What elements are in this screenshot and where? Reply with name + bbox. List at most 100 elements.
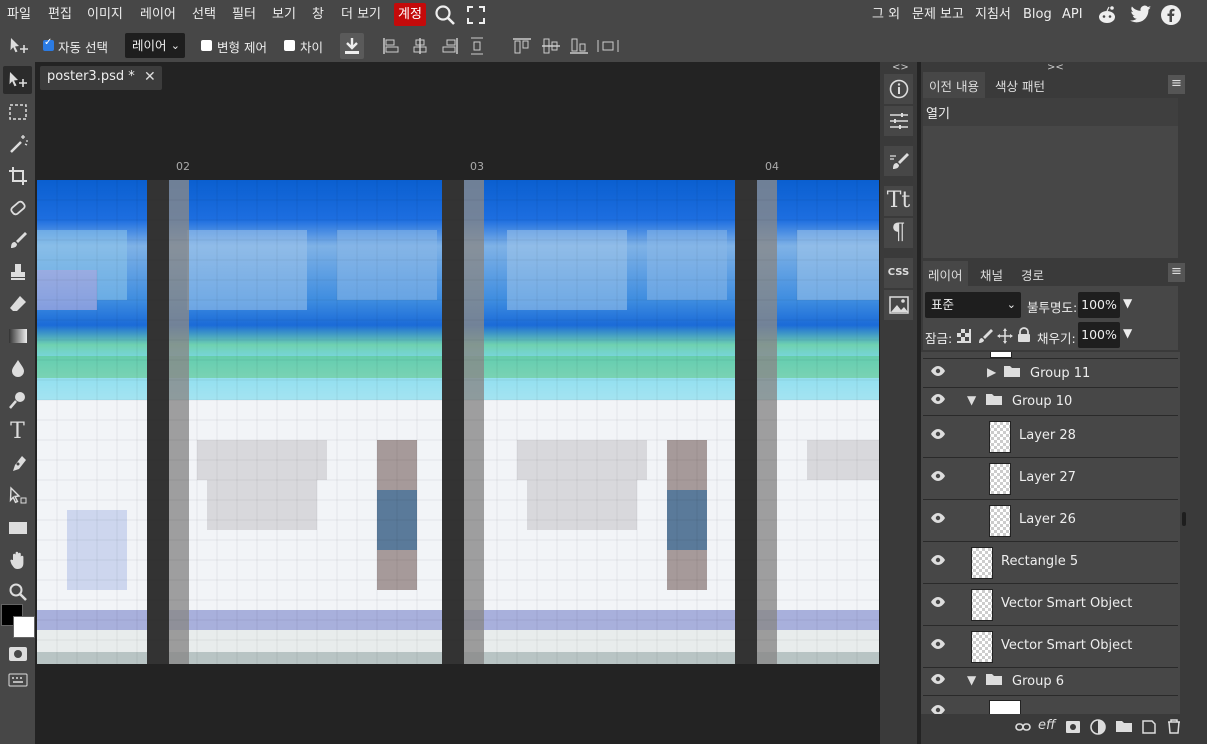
menu-view[interactable]: 보기 xyxy=(272,0,296,30)
distances-checkbox[interactable] xyxy=(284,40,295,51)
menu-select[interactable]: 선택 xyxy=(192,0,216,30)
gradient-icon[interactable] xyxy=(3,322,32,350)
menu-api[interactable]: API xyxy=(1062,0,1083,30)
eye-icon[interactable] xyxy=(930,365,946,381)
adjustments-icon[interactable] xyxy=(884,106,913,136)
eye-icon[interactable] xyxy=(930,596,946,612)
close-icon[interactable]: ✕ xyxy=(144,69,156,85)
menu-other[interactable]: 그 외 xyxy=(872,0,900,30)
pen-tool-icon[interactable] xyxy=(3,450,32,478)
menu-filter[interactable]: 필터 xyxy=(232,0,256,30)
info-icon[interactable] xyxy=(884,74,913,104)
eye-icon[interactable] xyxy=(930,428,946,444)
menu-file[interactable]: 파일 xyxy=(7,0,31,30)
lock-position-icon[interactable] xyxy=(997,328,1013,348)
lock-transparency-icon[interactable] xyxy=(957,329,971,347)
fill-dropdown-icon[interactable]: ▼ xyxy=(1123,326,1132,340)
align-left-icon[interactable] xyxy=(382,37,400,59)
eye-icon[interactable] xyxy=(930,554,946,570)
adjustment-layer-icon[interactable] xyxy=(1090,719,1106,739)
distribute-vertical-icon[interactable] xyxy=(597,38,619,58)
path-select-icon[interactable] xyxy=(3,482,32,510)
collapse-arrow-icon[interactable]: ▼ xyxy=(967,393,976,407)
new-layer-icon[interactable] xyxy=(1141,718,1157,738)
panel-menu-icon[interactable]: ≡ xyxy=(1168,263,1185,282)
layer-row[interactable]: Layer 27 xyxy=(923,458,1178,500)
layer-row[interactable]: ▼ Group 10 xyxy=(923,388,1178,416)
tab-history[interactable]: 이전 내용 xyxy=(923,72,985,100)
eye-icon[interactable] xyxy=(930,638,946,654)
eye-icon[interactable] xyxy=(930,673,946,689)
lock-all-icon[interactable] xyxy=(1017,327,1031,347)
layers-scrollbar-thumb[interactable] xyxy=(1182,512,1186,526)
keyboard-icon[interactable] xyxy=(3,666,32,694)
transform-controls-checkbox[interactable] xyxy=(201,40,212,51)
paragraph-icon[interactable]: ¶ xyxy=(884,218,913,248)
tab-layers[interactable]: 레이어 xyxy=(923,261,968,289)
brush-settings-icon[interactable] xyxy=(884,146,913,176)
blend-mode-select[interactable]: 표준 ⌄ xyxy=(925,292,1021,318)
clone-stamp-icon[interactable] xyxy=(3,258,32,286)
auto-select-checkbox[interactable] xyxy=(43,37,54,51)
collapse-arrow-icon[interactable]: ▼ xyxy=(967,673,976,687)
eraser-icon[interactable] xyxy=(3,290,32,318)
quick-mask-icon[interactable] xyxy=(3,640,32,668)
history-item[interactable]: 열기 xyxy=(923,98,1178,126)
align-center-horizontal-icon[interactable] xyxy=(411,37,429,59)
opacity-dropdown-icon[interactable]: ▼ xyxy=(1123,296,1132,310)
menu-guide[interactable]: 지침서 xyxy=(975,0,1011,30)
delete-layer-icon[interactable] xyxy=(1166,718,1182,738)
eye-icon[interactable] xyxy=(930,470,946,486)
layer-group-select[interactable]: 레이어 ⌄ xyxy=(125,33,185,58)
css-icon[interactable]: CSS xyxy=(884,258,913,288)
menu-blog[interactable]: Blog xyxy=(1023,0,1052,30)
align-right-icon[interactable] xyxy=(441,37,459,59)
layer-row[interactable]: Layer 28 xyxy=(923,416,1178,458)
twitter-icon[interactable] xyxy=(1130,0,1152,30)
panel-menu-icon[interactable]: ≡ xyxy=(1168,75,1185,94)
menu-account[interactable]: 계정 xyxy=(394,3,426,26)
document-tab[interactable]: poster3.psd * ✕ xyxy=(40,66,162,90)
distribute-horizontal-icon[interactable] xyxy=(470,37,484,59)
type-tool-icon[interactable]: T xyxy=(3,418,32,446)
lock-pixels-icon[interactable] xyxy=(977,328,993,348)
layer-row[interactable]: ▼ Group 6 xyxy=(923,668,1178,696)
link-icon[interactable] xyxy=(1015,720,1031,738)
layer-row[interactable] xyxy=(923,352,1178,359)
layers-scrollbar[interactable] xyxy=(1180,352,1188,714)
new-group-icon[interactable] xyxy=(1115,719,1133,737)
tab-channels[interactable]: 채널 xyxy=(980,265,1003,284)
document-canvas[interactable] xyxy=(37,180,879,664)
eye-icon[interactable] xyxy=(930,704,946,714)
reddit-icon[interactable] xyxy=(1096,0,1118,30)
facebook-icon[interactable] xyxy=(1160,0,1182,30)
brush-icon[interactable] xyxy=(3,226,32,254)
image-icon[interactable] xyxy=(884,290,913,320)
fill-input[interactable]: 100% xyxy=(1078,322,1120,348)
rectangle-shape-icon[interactable] xyxy=(3,514,32,542)
marquee-select-icon[interactable] xyxy=(3,98,32,126)
menu-image[interactable]: 이미지 xyxy=(87,0,123,30)
layer-row[interactable]: Layer 26 xyxy=(923,500,1178,542)
opacity-input[interactable]: 100% xyxy=(1078,292,1120,318)
magic-wand-icon[interactable] xyxy=(3,130,32,158)
sponge-dodge-icon[interactable] xyxy=(3,386,32,414)
layer-row[interactable]: Vector Smart Object xyxy=(923,584,1178,626)
layer-row[interactable]: Vector Smart Object xyxy=(923,626,1178,668)
layer-row[interactable]: ▶ Group 11 xyxy=(923,360,1178,388)
zoom-icon[interactable] xyxy=(3,578,32,606)
layer-row[interactable] xyxy=(923,696,1178,714)
align-bottom-icon[interactable] xyxy=(569,37,589,59)
character-icon[interactable]: Tt xyxy=(884,186,913,216)
blur-drop-icon[interactable] xyxy=(3,354,32,382)
menu-layer[interactable]: 레이어 xyxy=(140,0,176,30)
menu-edit[interactable]: 편집 xyxy=(48,0,72,30)
align-top-icon[interactable] xyxy=(512,37,532,59)
collapse-arrows-icon[interactable]: <> xyxy=(892,62,909,73)
menu-more[interactable]: 더 보기 xyxy=(341,0,381,30)
align-middle-icon[interactable] xyxy=(541,37,561,59)
download-icon[interactable] xyxy=(340,33,364,59)
eye-icon[interactable] xyxy=(930,512,946,528)
search-icon[interactable] xyxy=(434,0,456,30)
healing-brush-icon[interactable] xyxy=(3,194,32,222)
